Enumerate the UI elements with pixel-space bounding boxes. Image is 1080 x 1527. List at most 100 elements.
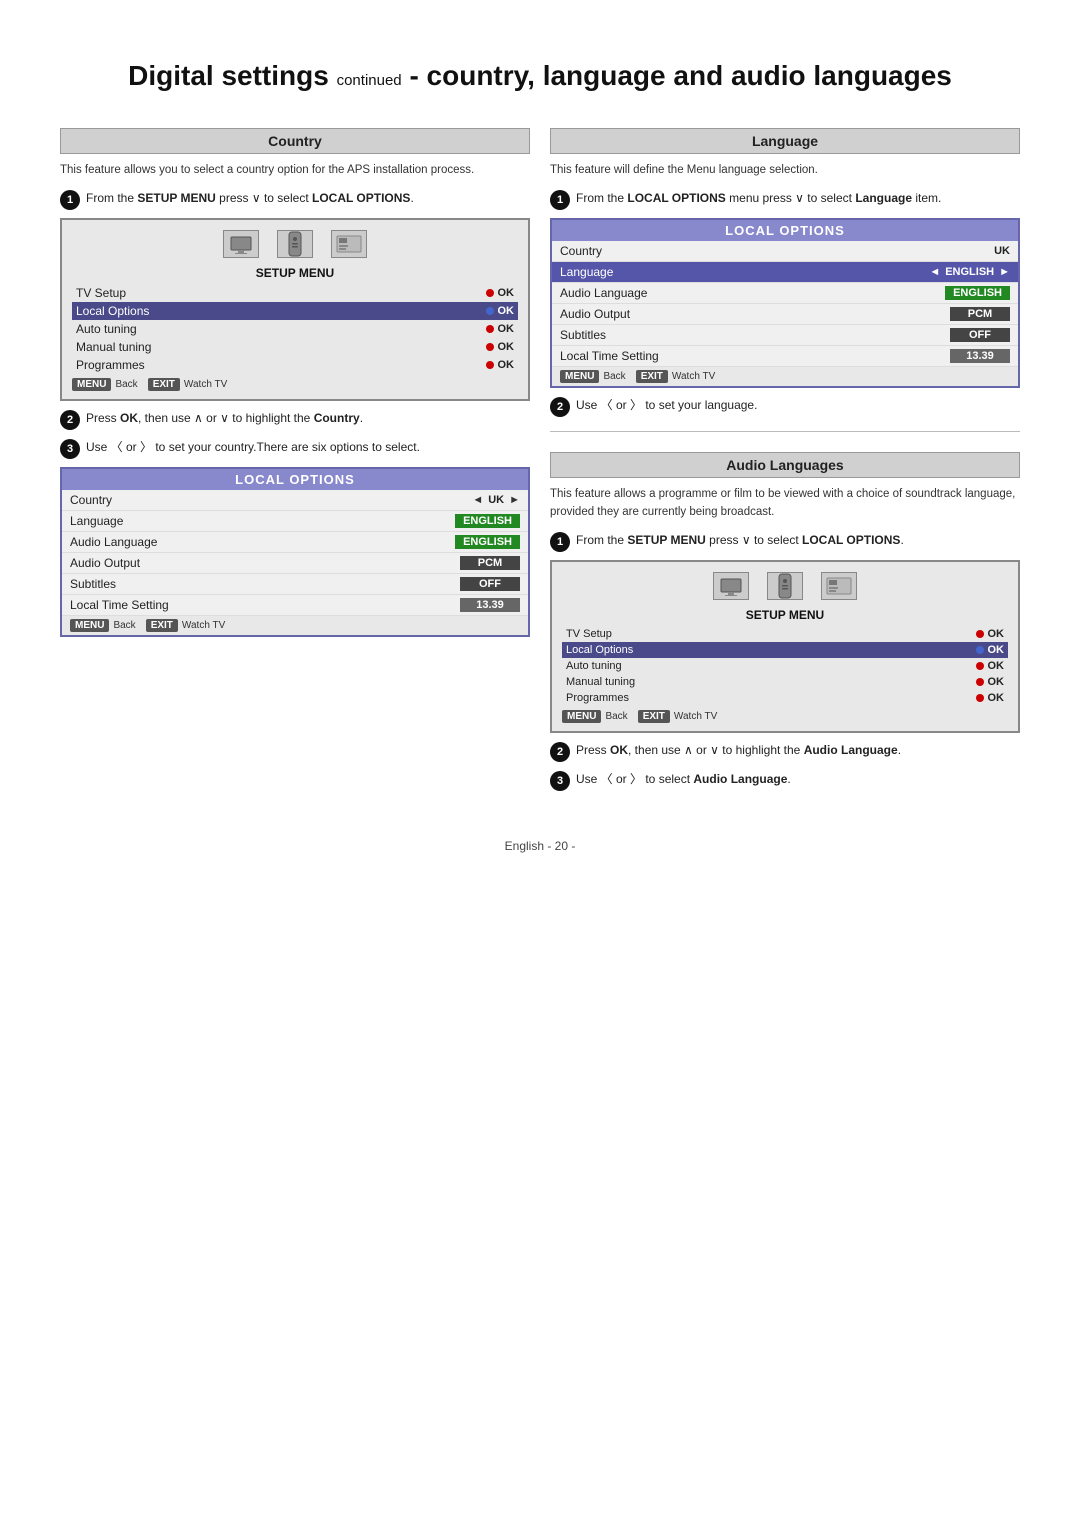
left-column: Country This feature allows you to selec…	[60, 128, 530, 645]
local-opts-row-localtime-right: Local Time Setting 13.39	[552, 346, 1018, 367]
local-opts-row-audiolang-right: Audio Language ENGLISH	[552, 283, 1018, 304]
local-opts-row-language-right: Language ◄ ENGLISH ►	[552, 262, 1018, 283]
lang-step2: 2 Use 〈 or 〉 to set your language.	[550, 396, 1020, 417]
country-section-header: Country	[60, 128, 530, 154]
lang-step2-text: Use 〈 or 〉 to set your language.	[576, 396, 1020, 414]
menu-row-manualtuning-right: Manual tuning OK	[562, 674, 1008, 690]
country-step2-text: Press OK, then use ∧ or ∨ to highlight t…	[86, 409, 530, 427]
btn-menu-right: MENU	[562, 710, 601, 723]
local-opts-row-subtitles-left: Subtitles OFF	[62, 574, 528, 595]
step-num-audio-1: 1	[550, 532, 570, 552]
step-num-2: 2	[60, 410, 80, 430]
menu-footer-right: MENU Back EXIT Watch TV	[562, 710, 1008, 723]
local-options-box-left: LOCAL OPTIONS Country ◄ UK ► Language EN…	[60, 467, 530, 637]
btn-exit-localopts-left: EXIT	[146, 619, 178, 632]
divider	[550, 431, 1020, 432]
local-opts-row-subtitles-right: Subtitles OFF	[552, 325, 1018, 346]
page-title: Digital settings continued - country, la…	[60, 60, 1020, 92]
lbl-watchtv-localopts-right: Watch TV	[672, 371, 715, 382]
setup-menu-box-left: SETUP MENU TV Setup OK Local Options OK …	[60, 218, 530, 401]
val-audiolang-right: ENGLISH	[945, 286, 1010, 300]
country-step3-text: Use 〈 or 〉 to set your country.There are…	[86, 438, 530, 456]
menu-row-autotuning-left: Auto tuning OK	[72, 320, 518, 338]
lbl-back-localopts-right: Back	[603, 371, 625, 382]
val-audioout-left: PCM	[460, 556, 520, 570]
setup-menu-icons-left	[72, 226, 518, 262]
val-subtitles-left: OFF	[460, 577, 520, 591]
icon-tv-right	[713, 572, 749, 600]
val-audiolang-left: ENGLISH	[455, 535, 520, 549]
footer-text: English - 20 -	[505, 839, 576, 853]
audio-languages-header: Audio Languages	[550, 452, 1020, 478]
country-step2: 2 Press OK, then use ∧ or ∨ to highlight…	[60, 409, 530, 430]
dot-manualtuning-left	[486, 343, 494, 351]
local-opts-footer-right: MENU Back EXIT Watch TV	[552, 367, 1018, 386]
title-continued: continued	[337, 72, 402, 89]
dot-localopts-right	[976, 646, 984, 654]
local-opts-footer-left: MENU Back EXIT Watch TV	[62, 616, 528, 635]
dot-autotuning-left	[486, 325, 494, 333]
lbl-back-right: Back	[605, 711, 627, 722]
arrow-right-country: ►	[509, 494, 520, 506]
dot-programmes-left	[486, 361, 494, 369]
dot-programmes-right	[976, 694, 984, 702]
icon-remote-right	[767, 572, 803, 600]
arrow-left-country: ◄	[472, 494, 483, 506]
dot-tvsetup-right	[976, 630, 984, 638]
step-num-lang-1: 1	[550, 190, 570, 210]
audio-languages-desc: This feature allows a programme or film …	[550, 486, 1020, 521]
language-section-header: Language	[550, 128, 1020, 154]
icon-settings-right	[821, 572, 857, 600]
btn-exit-localopts-right: EXIT	[636, 370, 668, 383]
local-opts-row-country-right: Country UK	[552, 241, 1018, 262]
lbl-watchtv-right: Watch TV	[674, 711, 717, 722]
btn-menu-localopts-left: MENU	[70, 619, 109, 632]
title-sub: - country, language and audio languages	[409, 60, 951, 91]
menu-row-programmes-left: Programmes OK	[72, 356, 518, 374]
val-language-left: ENGLISH	[455, 514, 520, 528]
icon-settings	[331, 230, 367, 258]
val-subtitles-right: OFF	[950, 328, 1010, 342]
local-options-title-right-lang: LOCAL OPTIONS	[552, 220, 1018, 241]
menu-lbl-back-left: Back	[115, 379, 137, 390]
country-step1-text: From the SETUP MENU press ∨ to select LO…	[86, 189, 530, 207]
country-desc: This feature allows you to select a coun…	[60, 162, 530, 179]
setup-menu-box-right: SETUP MENU TV Setup OK Local Options OK …	[550, 560, 1020, 733]
audio-step3-text: Use 〈 or 〉 to select Audio Language.	[576, 770, 1020, 788]
menu-row-autotuning-right: Auto tuning OK	[562, 658, 1008, 674]
dot-manualtuning-right	[976, 678, 984, 686]
val-localtime-right: 13.39	[950, 349, 1010, 363]
menu-footer-left: MENU Back EXIT Watch TV	[72, 378, 518, 391]
audio-step2-text: Press OK, then use ∧ or ∨ to highlight t…	[576, 741, 1020, 759]
local-opts-row-audiolang-left: Audio Language ENGLISH	[62, 532, 528, 553]
language-desc: This feature will define the Menu langua…	[550, 162, 1020, 179]
step-num-audio-2: 2	[550, 742, 570, 762]
audio-step1: 1 From the SETUP MENU press ∨ to select …	[550, 531, 1020, 552]
setup-menu-icons-right	[562, 568, 1008, 604]
step-num-1: 1	[60, 190, 80, 210]
dot-localopts-left	[486, 307, 494, 315]
dot-tvsetup-left	[486, 289, 494, 297]
icon-remote	[277, 230, 313, 258]
lbl-back-localopts-left: Back	[113, 620, 135, 631]
local-options-box-right-lang: LOCAL OPTIONS Country UK Language ◄ ENGL…	[550, 218, 1020, 388]
val-localtime-left: 13.39	[460, 598, 520, 612]
step-num-audio-3: 3	[550, 771, 570, 791]
menu-btn-menu-left: MENU	[72, 378, 111, 391]
local-opts-row-audioout-left: Audio Output PCM	[62, 553, 528, 574]
country-step1: 1 From the SETUP MENU press ∨ to select …	[60, 189, 530, 210]
lang-step1-text: From the LOCAL OPTIONS menu press ∨ to s…	[576, 189, 1020, 207]
menu-row-manualtuning-left: Manual tuning OK	[72, 338, 518, 356]
page-footer: English - 20 -	[60, 839, 1020, 853]
title-main: Digital settings	[128, 60, 329, 91]
local-opts-row-audioout-right: Audio Output PCM	[552, 304, 1018, 325]
menu-row-localopts-right: Local Options OK	[562, 642, 1008, 658]
local-opts-row-language-left: Language ENGLISH	[62, 511, 528, 532]
local-opts-row-localtime-left: Local Time Setting 13.39	[62, 595, 528, 616]
menu-row-tvsetup-left: TV Setup OK	[72, 284, 518, 302]
local-opts-row-country-left: Country ◄ UK ►	[62, 490, 528, 511]
icon-tv	[223, 230, 259, 258]
step-num-lang-2: 2	[550, 397, 570, 417]
lbl-watchtv-localopts-left: Watch TV	[182, 620, 225, 631]
btn-menu-localopts-right: MENU	[560, 370, 599, 383]
